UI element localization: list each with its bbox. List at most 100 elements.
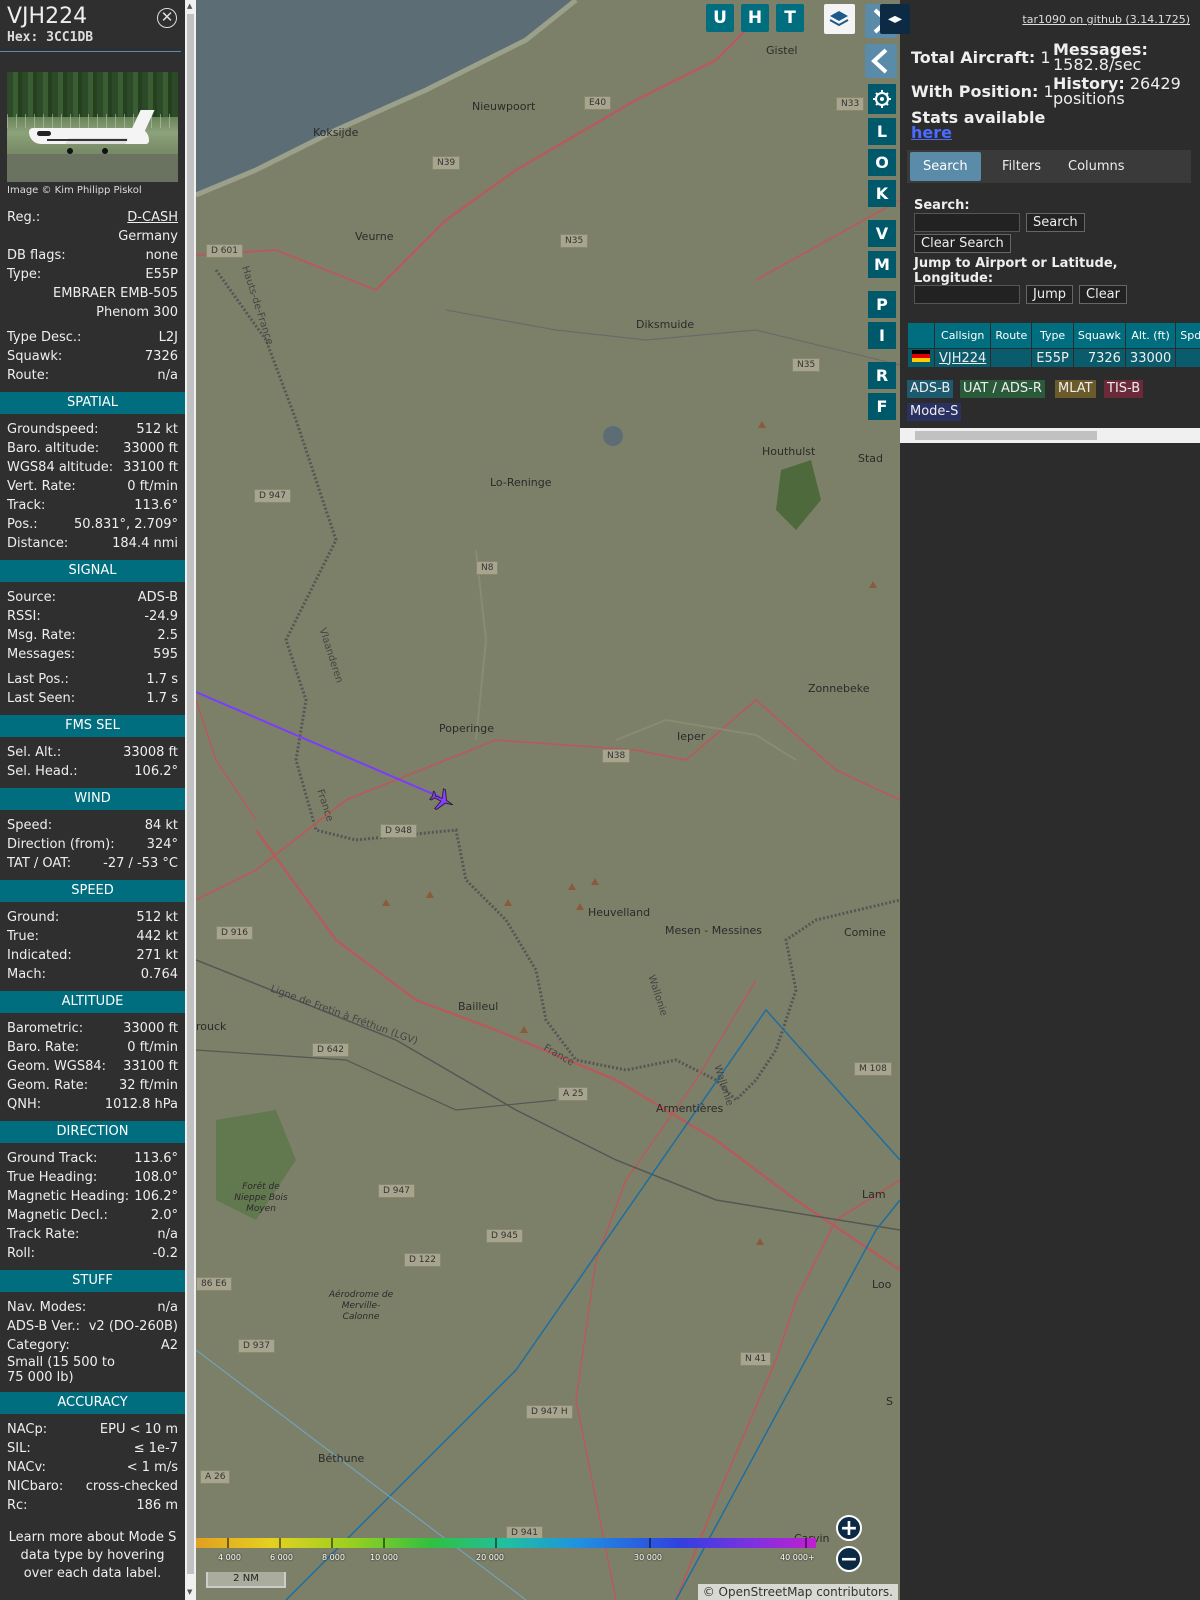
info-label[interactable]: Last Seen:: [7, 689, 75, 708]
zoom-out-button[interactable]: −: [836, 1546, 862, 1572]
info-label[interactable]: Direction (from):: [7, 835, 115, 854]
settings-button[interactable]: [868, 84, 896, 114]
info-label[interactable]: Roll:: [7, 1244, 35, 1263]
info-label[interactable]: Speed:: [7, 816, 52, 835]
tab-search[interactable]: Search: [910, 152, 981, 181]
info-label[interactable]: Nav. Modes:: [7, 1298, 86, 1317]
column-header[interactable]: Alt. (ft): [1124, 322, 1177, 349]
map-button-l[interactable]: L: [868, 118, 896, 145]
layer-toggle-u[interactable]: U: [706, 4, 734, 32]
info-label[interactable]: Vert. Rate:: [7, 477, 76, 496]
table-row[interactable]: VJH224 E55P 7326 33000: [907, 348, 1200, 368]
jump-input[interactable]: [914, 285, 1020, 304]
column-header[interactable]: Squawk: [1072, 322, 1126, 349]
info-label[interactable]: TAT / OAT:: [7, 854, 71, 873]
info-label[interactable]: Track:: [7, 496, 45, 515]
info-label[interactable]: WGS84 altitude:: [7, 458, 113, 477]
info-label[interactable]: Small (15 500 to 75 000 lb): [7, 1355, 127, 1385]
info-label[interactable]: Source:: [7, 588, 56, 607]
map-button-f[interactable]: F: [868, 393, 896, 420]
layers-button[interactable]: [824, 4, 855, 34]
info-label[interactable]: Barometric:: [7, 1019, 83, 1038]
section-header-accuracy[interactable]: ACCURACY: [0, 1392, 185, 1414]
map-button-r[interactable]: R: [868, 362, 896, 389]
info-label[interactable]: Pos.:: [7, 515, 38, 534]
map-button-i[interactable]: I: [868, 322, 896, 349]
layer-toggle-h[interactable]: H: [741, 4, 769, 32]
zoom-in-button[interactable]: +: [836, 1515, 862, 1541]
search-input[interactable]: [914, 213, 1020, 232]
info-scrollbar[interactable]: ▲ ▼: [185, 0, 196, 1600]
section-header-signal[interactable]: SIGNAL: [0, 560, 185, 582]
scroll-up-icon[interactable]: ▲: [187, 2, 192, 10]
map-button-v[interactable]: V: [868, 220, 896, 247]
info-label[interactable]: Sel. Alt.:: [7, 743, 61, 762]
info-label[interactable]: NICbaro:: [7, 1477, 63, 1496]
info-label[interactable]: Geom. Rate:: [7, 1076, 88, 1095]
info-label[interactable]: Msg. Rate:: [7, 626, 76, 645]
tab-filters[interactable]: Filters: [989, 152, 1054, 181]
column-header[interactable]: Spd.: [1175, 322, 1200, 349]
info-label[interactable]: Last Pos.:: [7, 670, 69, 689]
map-attribution[interactable]: © OpenStreetMap contributors.: [697, 1584, 898, 1600]
info-label[interactable]: Groundspeed:: [7, 420, 98, 439]
aircraft-photo[interactable]: [7, 72, 178, 182]
jump-button[interactable]: Jump: [1026, 285, 1073, 304]
info-label[interactable]: Ground Track:: [7, 1149, 97, 1168]
section-header-wind[interactable]: WIND: [0, 788, 185, 810]
info-label[interactable]: True Heading:: [7, 1168, 97, 1187]
map[interactable]: Gistel Nieuwpoort Koksijde Veurne Diksmuide H…: [196, 0, 900, 1600]
close-icon[interactable]: ✕: [157, 8, 177, 28]
search-button[interactable]: Search: [1026, 213, 1085, 232]
map-button-o[interactable]: O: [868, 149, 896, 176]
registration-link[interactable]: D-CASH: [127, 208, 178, 227]
clear-search-button[interactable]: Clear Search: [914, 234, 1011, 253]
info-label[interactable]: Category:: [7, 1336, 70, 1355]
info-label[interactable]: QNH:: [7, 1095, 41, 1114]
section-header-speed[interactable]: SPEED: [0, 880, 185, 902]
map-button-m[interactable]: M: [868, 251, 896, 278]
section-header-stuff[interactable]: STUFF: [0, 1270, 185, 1292]
info-label[interactable]: Baro. altitude:: [7, 439, 99, 458]
collapse-left-button[interactable]: [865, 44, 897, 78]
section-header-direction[interactable]: DIRECTION: [0, 1121, 185, 1143]
section-header-fms-sel[interactable]: FMS SEL: [0, 715, 185, 737]
info-label[interactable]: Track Rate:: [7, 1225, 79, 1244]
info-label[interactable]: Mach:: [7, 965, 46, 984]
map-button-k[interactable]: K: [868, 180, 896, 207]
info-label[interactable]: True:: [7, 927, 39, 946]
info-label[interactable]: Sel. Head.:: [7, 762, 78, 781]
info-label[interactable]: Baro. Rate:: [7, 1038, 79, 1057]
scroll-down-icon[interactable]: ▼: [187, 1588, 192, 1596]
layout-toggle-button[interactable]: ◂▸: [880, 4, 910, 34]
aircraft-icon[interactable]: [429, 787, 455, 813]
info-label[interactable]: Rc:: [7, 1496, 28, 1515]
layer-toggle-t[interactable]: T: [776, 4, 804, 32]
info-label[interactable]: Ground:: [7, 908, 59, 927]
column-header[interactable]: Route: [990, 322, 1033, 349]
column-header[interactable]: Callsign: [933, 322, 992, 349]
info-label[interactable]: Magnetic Heading:: [7, 1187, 129, 1206]
info-label[interactable]: Messages:: [7, 645, 75, 664]
scrollbar-thumb[interactable]: [187, 14, 194, 1574]
table-horizontal-scrollbar[interactable]: [900, 428, 1200, 443]
info-label[interactable]: Magnetic Decl.:: [7, 1206, 108, 1225]
callsign-cell[interactable]: VJH224: [933, 348, 992, 368]
section-header-altitude[interactable]: ALTITUDE: [0, 991, 185, 1013]
column-header[interactable]: Type: [1031, 322, 1074, 349]
map-button-p[interactable]: P: [868, 291, 896, 318]
info-label[interactable]: NACv:: [7, 1458, 46, 1477]
info-label[interactable]: Distance:: [7, 534, 68, 553]
column-header[interactable]: [907, 322, 935, 349]
tab-columns[interactable]: Columns: [1055, 152, 1138, 181]
info-label[interactable]: SIL:: [7, 1439, 31, 1458]
info-label[interactable]: RSSI:: [7, 607, 41, 626]
github-link[interactable]: tar1090 on github (3.14.1725): [1022, 13, 1190, 26]
section-header-spatial[interactable]: SPATIAL: [0, 392, 185, 414]
info-label[interactable]: Indicated:: [7, 946, 72, 965]
scrollbar-thumb[interactable]: [915, 431, 1097, 440]
stats-link[interactable]: here: [911, 125, 952, 141]
info-label[interactable]: NACp:: [7, 1420, 47, 1439]
info-label[interactable]: ADS-B Ver.:: [7, 1317, 80, 1336]
clear-button[interactable]: Clear: [1079, 285, 1127, 304]
